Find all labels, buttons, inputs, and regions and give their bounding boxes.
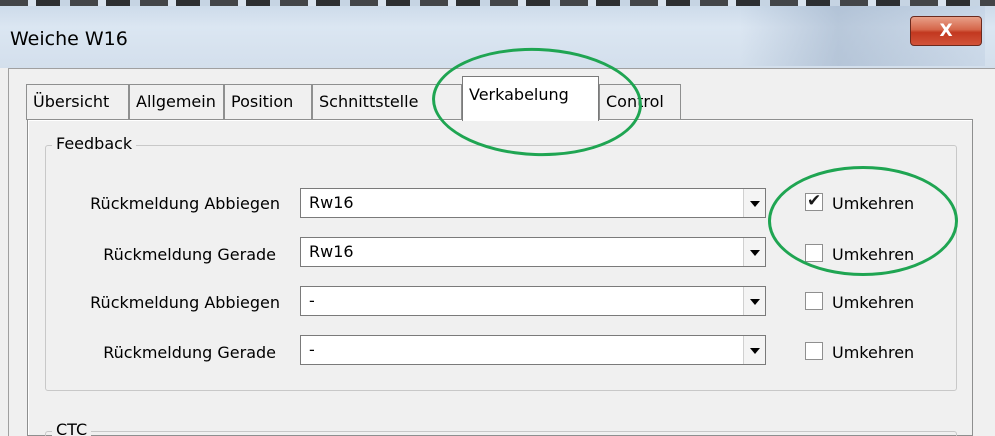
feedback-select-value: Rw16 [309, 193, 354, 212]
feedback-select-4[interactable]: - [300, 335, 766, 365]
invert-checkbox-label: Umkehren [832, 245, 915, 264]
invert-checkbox-label: Umkehren [832, 343, 915, 362]
tab-allgemein[interactable]: Allgemein [129, 84, 224, 120]
feedback-row-label: Rückmeldung Abbiegen [90, 293, 280, 312]
invert-checkbox-4[interactable] [805, 342, 823, 360]
close-button[interactable]: X [910, 16, 982, 46]
feedback-select-value: - [309, 291, 315, 310]
invert-checkbox-2[interactable] [805, 244, 823, 262]
feedback-row-label: Rückmeldung Abbiegen [90, 194, 280, 213]
feedback-select-3[interactable]: - [300, 286, 766, 316]
chevron-down-icon[interactable] [743, 336, 765, 364]
title-bar[interactable]: Weiche W16 X [0, 0, 995, 68]
invert-checkbox-1[interactable] [805, 191, 823, 211]
tab-uebersicht[interactable]: Übersicht [26, 84, 129, 120]
chevron-down-icon[interactable] [743, 238, 765, 266]
tab-verkabelung[interactable]: Verkabelung [462, 76, 599, 121]
tab-position[interactable]: Position [224, 84, 312, 120]
chevron-down-icon[interactable] [743, 287, 765, 315]
feedback-select-value: - [309, 340, 315, 359]
feedback-group-label: Feedback [52, 134, 137, 153]
feedback-select-value: Rw16 [309, 242, 354, 261]
ctc-group-label: CTC [52, 420, 92, 436]
feedback-select-2[interactable]: Rw16 [300, 237, 766, 267]
chevron-down-icon[interactable] [743, 189, 765, 217]
invert-checkbox-label: Umkehren [832, 194, 915, 213]
window-title: Weiche W16 [10, 28, 128, 50]
close-icon: X [939, 21, 953, 41]
ctc-groupbox [45, 431, 957, 436]
invert-checkbox-label: Umkehren [832, 293, 915, 312]
tab-control[interactable]: Control [599, 84, 681, 120]
tab-schnittstelle[interactable]: Schnittstelle [312, 84, 462, 120]
feedback-row-label: Rückmeldung Gerade [103, 245, 276, 264]
feedback-select-1[interactable]: Rw16 [300, 188, 766, 218]
invert-checkbox-3[interactable] [805, 292, 823, 310]
feedback-row-label: Rückmeldung Gerade [103, 343, 276, 362]
